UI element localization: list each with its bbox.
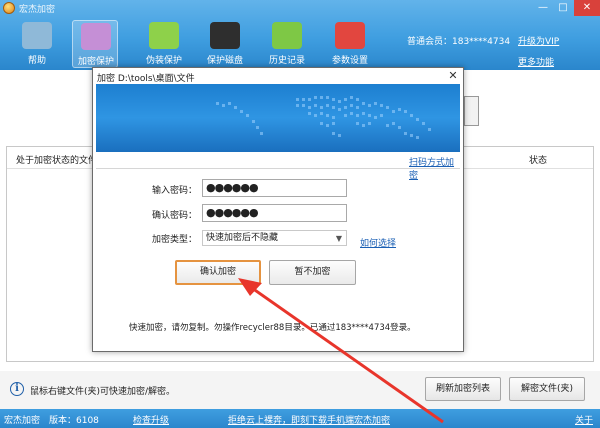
upgrade-vip-link[interactable]: 升级为VIP (518, 34, 559, 47)
info-icon: i (10, 382, 24, 396)
encrypt-dialog: 加密 D:\tools\桌面\文件 ✕ 扫码方式加密 输入密码： ●●●●●● … (92, 67, 464, 352)
dialog-close-button[interactable]: ✕ (445, 68, 461, 84)
chevron-down-icon: ▼ (335, 234, 342, 243)
world-map-graphic (216, 96, 431, 139)
confirm-encrypt-button[interactable]: 确认加密 (175, 260, 261, 285)
app-header: 宏杰加密 — □ ✕ 帮助 加密保护 伪装保护 保护磁盘 历史记录 参数设置 普… (0, 0, 600, 70)
member-info: 普通会员：183****4734 (407, 37, 511, 47)
app-logo-icon (3, 2, 15, 14)
status-bar: i 鼠标右键文件(夹)可快速加密/解密。 刷新加密列表 解密文件(夹) (0, 371, 600, 409)
skip-encrypt-button[interactable]: 暂不加密 (269, 260, 356, 285)
disguise-folder-icon (149, 22, 179, 49)
toolbar-settings-label: 参数设置 (331, 56, 368, 66)
confirm-password-label: 确认密码： (152, 211, 198, 221)
app-title: 宏杰加密 (19, 5, 56, 15)
password-label: 输入密码： (152, 186, 198, 196)
browse-button[interactable] (464, 96, 479, 126)
toolbar-disguise-label: 伪装保护 (145, 56, 182, 66)
dialog-banner (96, 84, 460, 152)
footer-brand: 宏杰加密 (4, 416, 41, 426)
floppy-disk-icon (210, 22, 240, 49)
encrypt-folder-icon (81, 23, 111, 50)
encrypt-type-label: 加密类型： (152, 235, 198, 245)
toolbar-encrypt-label: 加密保护 (77, 57, 114, 67)
maximize-button[interactable]: □ (553, 0, 573, 16)
toolbar-history-label: 历史记录 (268, 56, 305, 66)
toolbox-icon (335, 22, 365, 49)
toolbar-history[interactable]: 历史记录 (264, 20, 310, 68)
close-window-button[interactable]: ✕ (574, 0, 600, 16)
confirm-password-input[interactable]: ●●●●●● (202, 204, 347, 222)
mobile-download-link[interactable]: 拒绝云上裸奔，即刻下载手机端宏杰加密 (228, 413, 390, 426)
how-to-choose-link[interactable]: 如何选择 (360, 236, 396, 249)
footer-bar: 宏杰加密 版本：6108 检查升级 拒绝云上裸奔，即刻下载手机端宏杰加密 关于 (0, 409, 600, 428)
minimize-button[interactable]: — (533, 0, 553, 16)
toolbar-disguise[interactable]: 伪装保护 (141, 20, 187, 68)
dialog-titlebar: 加密 D:\tools\桌面\文件 ✕ (93, 68, 463, 84)
refresh-list-button[interactable]: 刷新加密列表 (425, 377, 501, 401)
check-update-link[interactable]: 检查升级 (133, 413, 169, 426)
toolbar-help-label: 帮助 (27, 56, 46, 66)
history-icon (272, 22, 302, 49)
house-shield-icon (22, 22, 52, 49)
app-window: 宏杰加密 — □ ✕ 帮助 加密保护 伪装保护 保护磁盘 历史记录 参数设置 普… (0, 0, 600, 428)
dialog-note: 快速加密，请勿复制。勿操作recycler88目录。已通过183****4734… (129, 323, 416, 333)
toolbar-disk[interactable]: 保护磁盘 (202, 20, 248, 68)
toolbar-help[interactable]: 帮助 (14, 20, 60, 68)
toolbar-encrypt[interactable]: 加密保护 (72, 20, 118, 68)
dialog-title: 加密 D:\tools\桌面\文件 (97, 74, 195, 84)
decrypt-file-button[interactable]: 解密文件(夹) (509, 377, 585, 401)
footer-version: 版本：6108 (49, 416, 99, 426)
hint-text: 鼠标右键文件(夹)可快速加密/解密。 (30, 387, 176, 397)
about-link[interactable]: 关于 (575, 413, 593, 426)
password-input[interactable]: ●●●●●● (202, 179, 347, 197)
toolbar-settings[interactable]: 参数设置 (327, 20, 373, 68)
divider (96, 168, 460, 169)
column-files[interactable]: 处于加密状态的文件 (16, 153, 97, 166)
encrypt-type-value: 快速加密后不隐藏 (206, 233, 279, 243)
toolbar-disk-label: 保护磁盘 (206, 56, 243, 66)
encrypt-type-select[interactable]: 快速加密后不隐藏 ▼ (202, 230, 347, 246)
title-bar: 宏杰加密 — □ ✕ (0, 0, 600, 16)
column-status[interactable]: 状态 (529, 153, 547, 166)
more-features-link[interactable]: 更多功能 (518, 55, 554, 68)
